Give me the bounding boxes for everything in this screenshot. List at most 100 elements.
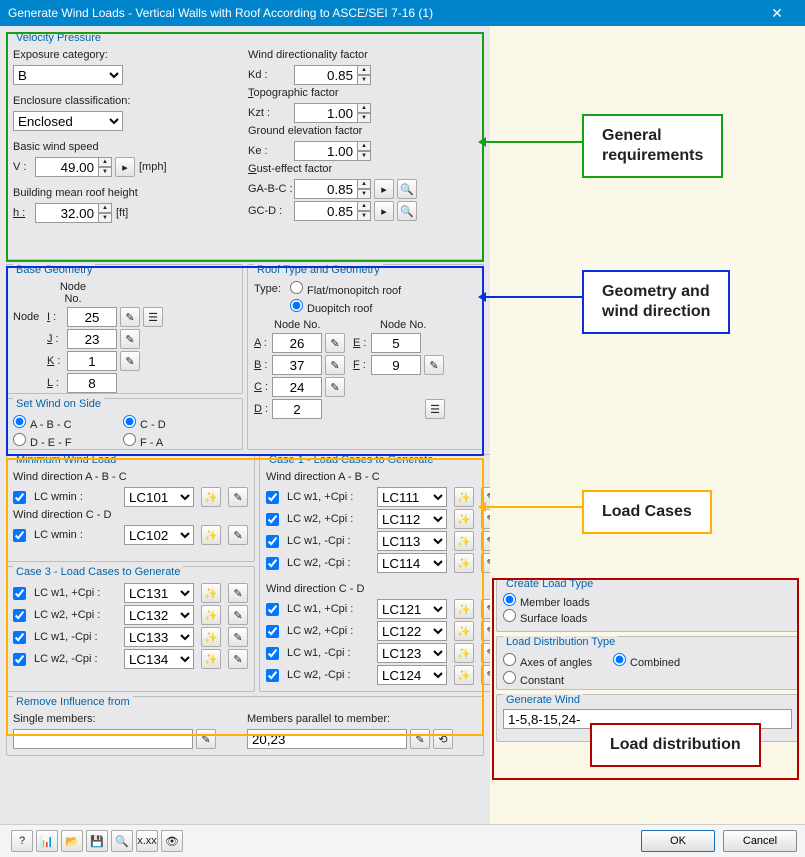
spinner[interactable]: ▲▼ [357, 179, 371, 199]
lc-select[interactable]: LC134 [124, 649, 194, 669]
node-c-input[interactable] [272, 377, 322, 397]
chk-lc[interactable] [13, 587, 26, 600]
new-lc-icon[interactable]: ✨ [201, 487, 221, 507]
basic-wind-speed-input[interactable] [35, 157, 99, 177]
edit-lc-icon[interactable]: ✎ [228, 583, 248, 603]
chk-lc-wmin-1[interactable] [13, 491, 26, 504]
open-icon[interactable]: 📂 [61, 830, 83, 852]
save-icon[interactable]: 💾 [86, 830, 108, 852]
new-lc-icon[interactable]: ✨ [454, 553, 474, 573]
spinner[interactable]: ▲▼ [357, 103, 371, 123]
single-members-input[interactable] [13, 729, 193, 749]
lc-select[interactable]: LC133 [124, 627, 194, 647]
new-lc-icon[interactable]: ✨ [454, 665, 474, 685]
radio-duopitch[interactable]: Duopitch roof [290, 299, 372, 315]
pick-icon[interactable]: ✎ [410, 729, 430, 749]
edit-lc-icon[interactable]: ✎ [228, 605, 248, 625]
node-i-input[interactable] [67, 307, 117, 327]
edit-lc-icon[interactable]: ✎ [228, 649, 248, 669]
calc-icon[interactable]: 📊 [36, 830, 58, 852]
lc-select[interactable]: LC113 [377, 531, 447, 551]
exposure-category-select[interactable]: B [13, 65, 123, 85]
chk-lc[interactable] [266, 669, 279, 682]
eye-icon[interactable]: 👁 [161, 830, 183, 852]
radio-flat[interactable]: Flat/monopitch roof [290, 281, 401, 297]
lc101-select[interactable]: LC101 [124, 487, 194, 507]
radio-constant[interactable]: Constant [503, 675, 564, 687]
node-k-input[interactable] [67, 351, 117, 371]
lookup-icon[interactable]: 🔍 [397, 179, 417, 199]
edit-lc-icon[interactable]: ✎ [228, 487, 248, 507]
chk-lc[interactable] [266, 491, 279, 504]
pick-icon[interactable]: ✎ [424, 355, 444, 375]
lc102-select[interactable]: LC102 [124, 525, 194, 545]
new-lc-icon[interactable]: ✨ [201, 627, 221, 647]
radio-def[interactable]: D - E - F [13, 433, 123, 449]
pick-icon[interactable]: ✎ [325, 355, 345, 375]
number-icon[interactable]: x.xx [136, 830, 158, 852]
chk-lc[interactable] [13, 631, 26, 644]
arrow-right-icon[interactable]: ▸ [115, 157, 135, 177]
lc-select[interactable]: LC122 [377, 621, 447, 641]
spinner[interactable]: ▲▼ [357, 201, 371, 221]
list-icon[interactable]: ☰ [425, 399, 445, 419]
pick-icon[interactable]: ✎ [120, 307, 140, 327]
radio-fa[interactable]: F - A [123, 433, 163, 449]
new-lc-icon[interactable]: ✨ [454, 643, 474, 663]
lc-select[interactable]: LC124 [377, 665, 447, 685]
radio-combined[interactable]: Combined [613, 653, 680, 669]
chk-lc-wmin-2[interactable] [13, 529, 26, 542]
mean-roof-height-input[interactable] [35, 203, 99, 223]
node-f-input[interactable] [371, 355, 421, 375]
radio-abc[interactable]: A - B - C [13, 415, 123, 431]
pick-icon[interactable]: ✎ [325, 377, 345, 397]
chk-lc[interactable] [13, 653, 26, 666]
chk-lc[interactable] [266, 647, 279, 660]
pick-icon[interactable]: ✎ [196, 729, 216, 749]
lc-select[interactable]: LC111 [377, 487, 447, 507]
parallel-members-input[interactable] [247, 729, 407, 749]
radio-surface-loads[interactable]: Surface loads [503, 613, 587, 625]
ok-button[interactable]: OK [641, 830, 715, 852]
lc-select[interactable]: LC123 [377, 643, 447, 663]
enclosure-select[interactable]: Enclosed [13, 111, 123, 131]
spinner[interactable]: ▲▼ [357, 65, 371, 85]
radio-cd[interactable]: C - D [123, 415, 166, 431]
new-lc-icon[interactable]: ✨ [201, 649, 221, 669]
gcd-input[interactable] [294, 201, 358, 221]
lc-select[interactable]: LC112 [377, 509, 447, 529]
pick-icon[interactable]: ✎ [120, 329, 140, 349]
new-lc-icon[interactable]: ✨ [454, 487, 474, 507]
node-b-input[interactable] [272, 355, 322, 375]
lookup-icon[interactable]: 🔍 [111, 830, 133, 852]
new-lc-icon[interactable]: ✨ [201, 583, 221, 603]
arrow-right-icon[interactable]: ▸ [374, 201, 394, 221]
lc-select[interactable]: LC114 [377, 553, 447, 573]
radio-member-loads[interactable]: Member loads [503, 597, 590, 609]
new-lc-icon[interactable]: ✨ [201, 605, 221, 625]
pick-icon[interactable]: ✎ [325, 333, 345, 353]
node-e-input[interactable] [371, 333, 421, 353]
new-lc-icon[interactable]: ✨ [454, 509, 474, 529]
new-lc-icon[interactable]: ✨ [454, 531, 474, 551]
node-j-input[interactable] [67, 329, 117, 349]
chk-lc[interactable] [266, 603, 279, 616]
chk-lc[interactable] [266, 535, 279, 548]
arrow-right-icon[interactable]: ▸ [374, 179, 394, 199]
node-d-input[interactable] [272, 399, 322, 419]
new-lc-icon[interactable]: ✨ [454, 599, 474, 619]
spinner[interactable]: ▲▼ [357, 141, 371, 161]
gabc-input[interactable] [294, 179, 358, 199]
new-lc-icon[interactable]: ✨ [201, 525, 221, 545]
close-icon[interactable]: ✕ [757, 5, 797, 22]
help-icon[interactable]: ? [11, 830, 33, 852]
radio-axes[interactable]: Axes of angles [503, 653, 613, 669]
ke-input[interactable] [294, 141, 358, 161]
edit-lc-icon[interactable]: ✎ [228, 627, 248, 647]
spinner[interactable]: ▲▼ [98, 157, 112, 177]
reverse-icon[interactable]: ⟲ [433, 729, 453, 749]
kzt-input[interactable] [294, 103, 358, 123]
list-icon[interactable]: ☰ [143, 307, 163, 327]
spinner[interactable]: ▲▼ [98, 203, 112, 223]
cancel-button[interactable]: Cancel [723, 830, 797, 852]
